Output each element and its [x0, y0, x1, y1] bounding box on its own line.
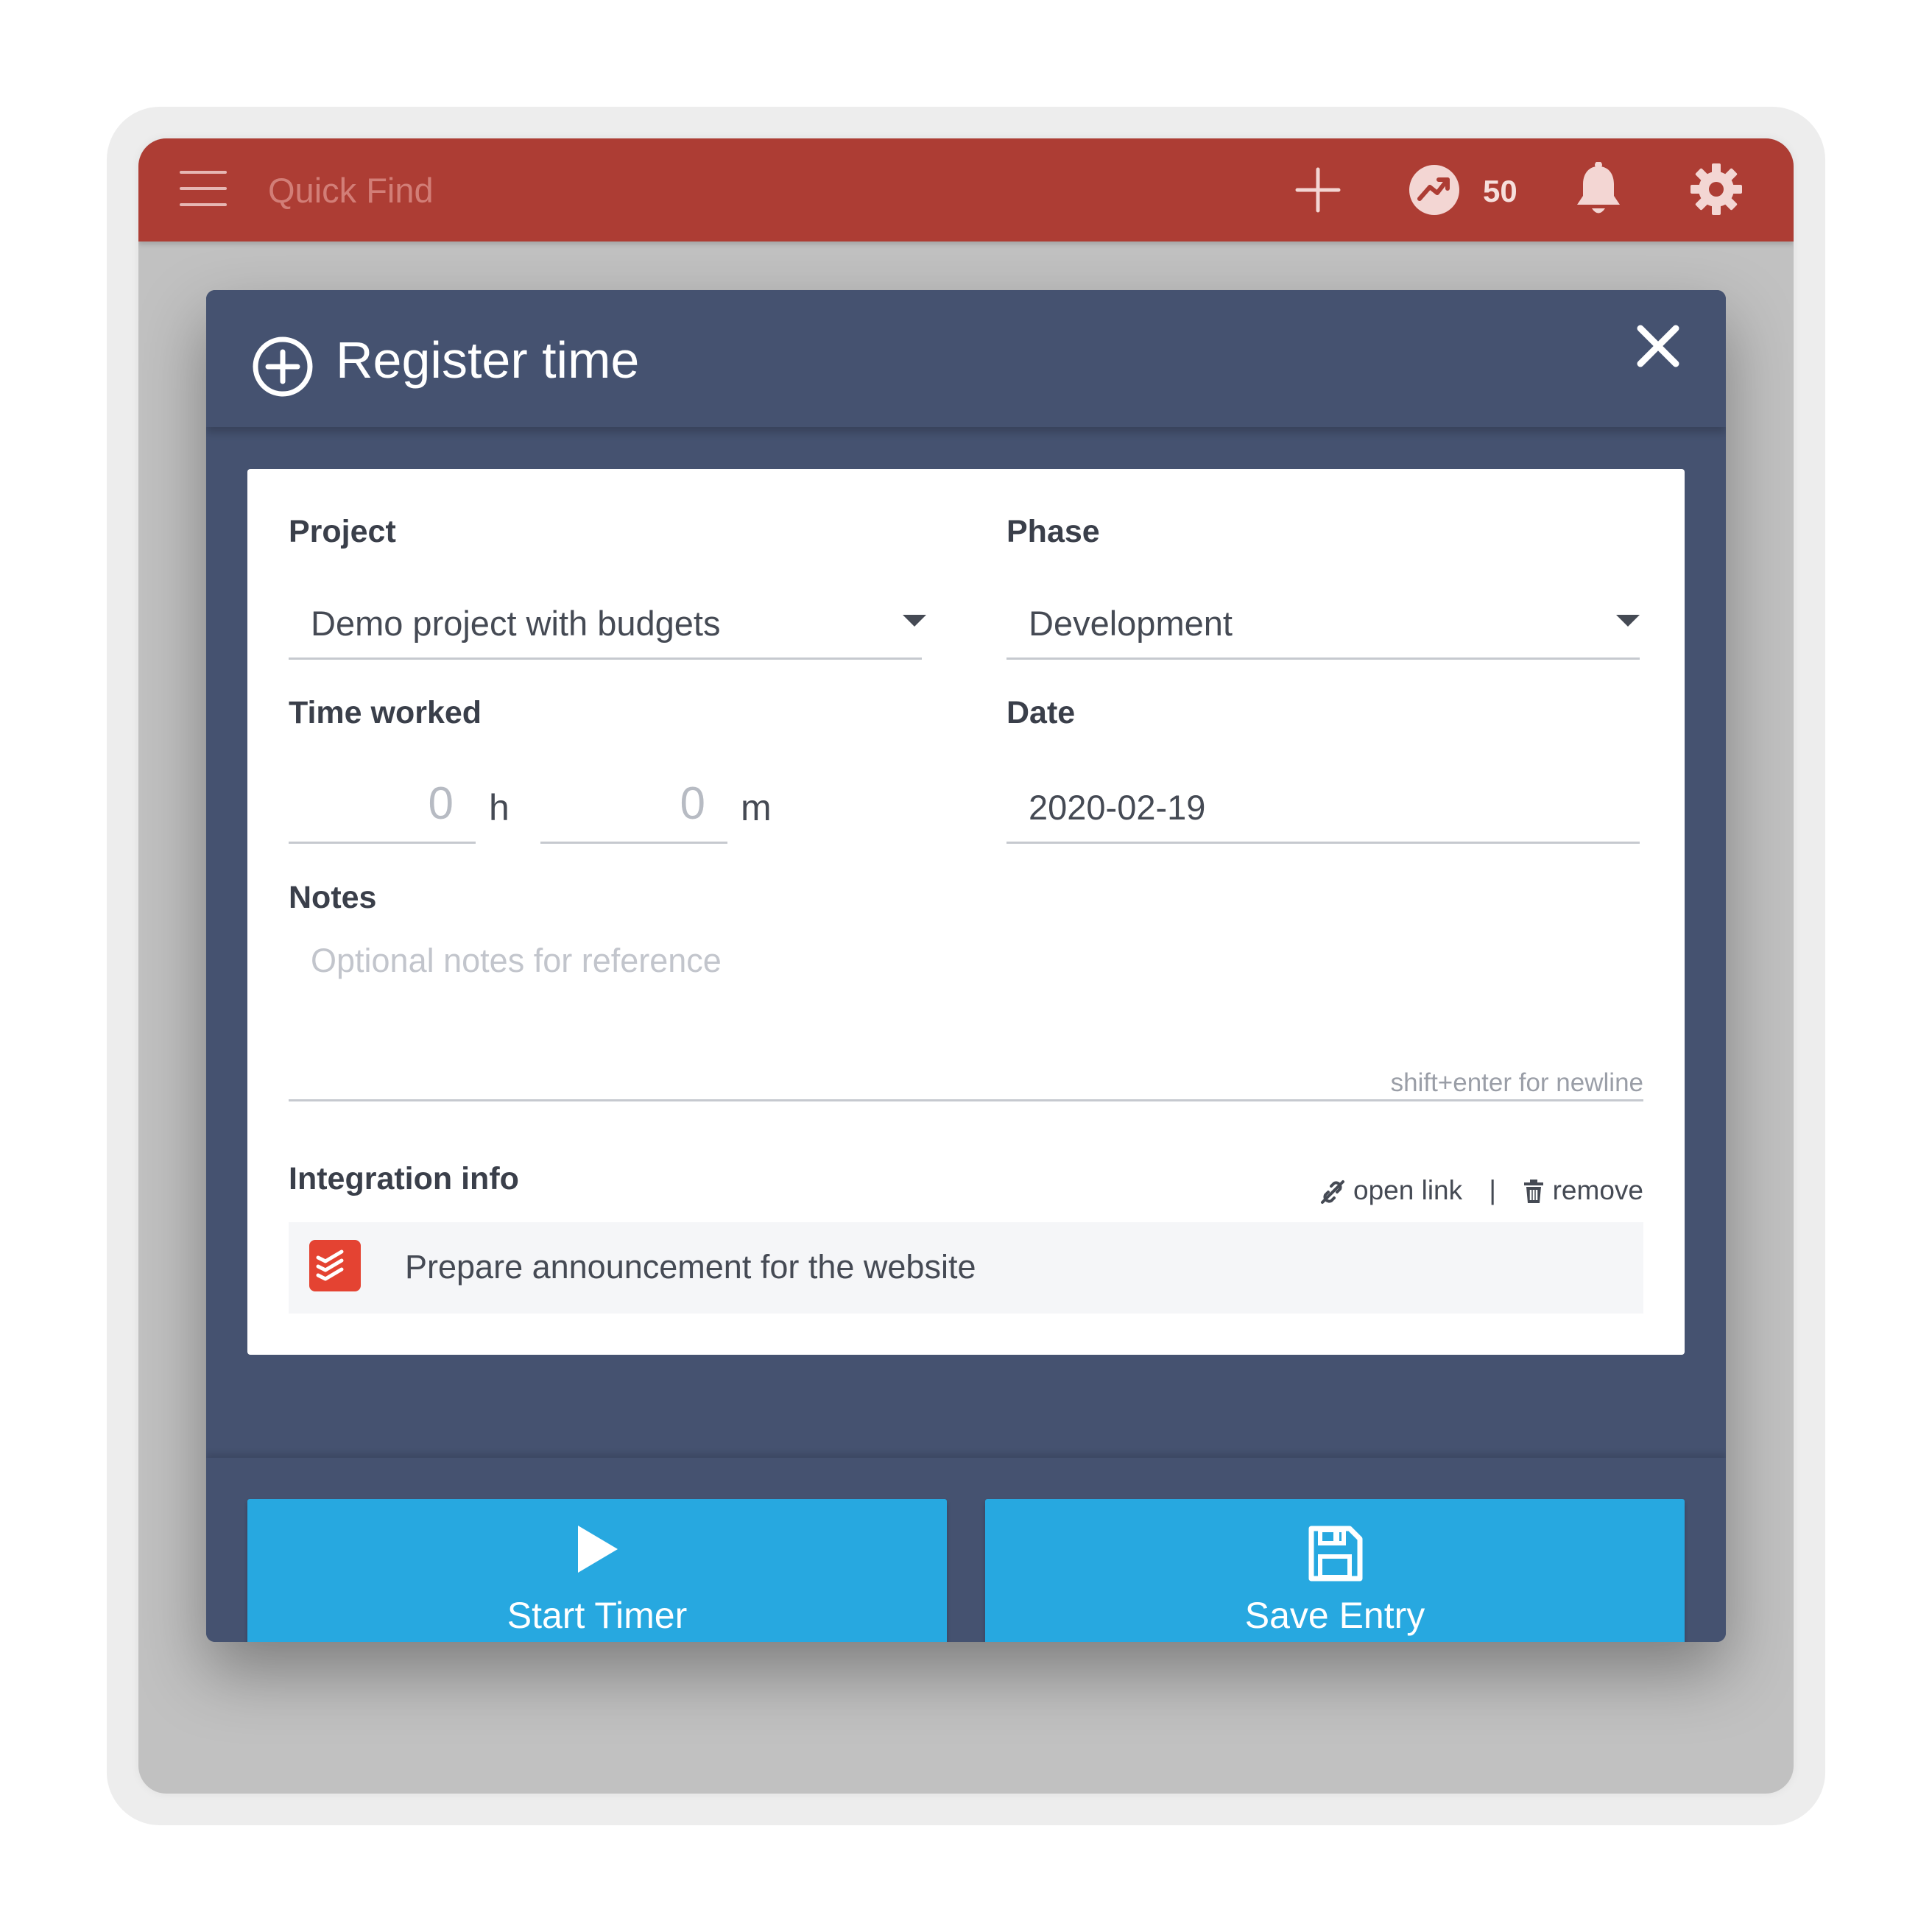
minutes-unit: m: [741, 787, 772, 828]
dialog-header: Register time: [206, 290, 1726, 427]
time-worked-label: Time worked: [289, 695, 482, 730]
open-link-text: open link: [1353, 1175, 1463, 1205]
minutes-input[interactable]: 0: [540, 749, 727, 844]
plus-icon[interactable]: [1294, 166, 1342, 214]
app-window: 50: [138, 138, 1794, 1794]
project-label: Project: [289, 514, 396, 549]
hours-unit: h: [489, 787, 510, 828]
chevron-down-icon: [903, 615, 926, 627]
menu-icon[interactable]: [180, 168, 227, 211]
quick-find-input[interactable]: [268, 165, 931, 216]
minutes-value: 0: [680, 778, 705, 829]
integration-item[interactable]: Prepare announcement for the website: [289, 1222, 1643, 1314]
bell-icon[interactable]: [1574, 162, 1623, 218]
gear-icon[interactable]: [1689, 162, 1744, 216]
save-entry-label: Save Entry: [1244, 1595, 1425, 1636]
link-icon: [1320, 1180, 1344, 1204]
todoist-logo-icon: [309, 1240, 361, 1291]
date-value: 2020-02-19: [1029, 788, 1206, 827]
notes-hint: shift+enter for newline: [1390, 1068, 1643, 1097]
integration-item-text: Prepare announcement for the website: [405, 1248, 976, 1286]
project-select[interactable]: Demo project with budgets: [289, 565, 926, 660]
play-icon: [578, 1526, 618, 1573]
phase-label: Phase: [1006, 514, 1100, 549]
top-bar: 50: [138, 138, 1794, 242]
integration-info-label: Integration info: [289, 1161, 519, 1196]
project-value: Demo project with budgets: [311, 604, 721, 643]
plus-circle-icon: [253, 336, 313, 397]
open-link-button[interactable]: open link: [1319, 1175, 1470, 1205]
start-timer-button[interactable]: Start Timer: [247, 1499, 947, 1642]
date-input[interactable]: 2020-02-19: [1006, 749, 1640, 844]
hours-input[interactable]: 0: [289, 749, 476, 844]
trash-icon: [1524, 1180, 1544, 1203]
start-timer-label: Start Timer: [507, 1595, 688, 1636]
notes-placeholder: Optional notes for reference: [311, 942, 722, 979]
notes-textarea[interactable]: Optional notes for reference shift+enter…: [289, 926, 1643, 1101]
notes-label: Notes: [289, 880, 377, 915]
form-card: Project Demo project with budgets Phase …: [247, 469, 1685, 1355]
save-entry-button[interactable]: Save Entry: [985, 1499, 1685, 1642]
chevron-down-icon: [1616, 615, 1640, 627]
hours-value: 0: [428, 778, 454, 829]
dialog-title: Register time: [336, 331, 640, 389]
remove-button[interactable]: remove: [1523, 1175, 1643, 1205]
dialog-footer: Start Timer Save Entry: [206, 1458, 1726, 1642]
register-time-dialog: Register time Project Demo project with …: [206, 290, 1726, 1642]
trend-icon[interactable]: [1408, 163, 1461, 216]
phase-select[interactable]: Development: [1006, 565, 1640, 660]
action-separator: |: [1489, 1175, 1497, 1205]
phase-value: Development: [1029, 604, 1233, 643]
date-label: Date: [1006, 695, 1076, 730]
remove-text: remove: [1552, 1175, 1643, 1205]
points-count: 50: [1483, 174, 1517, 208]
integration-actions: open link | remove: [1319, 1173, 1643, 1208]
close-icon[interactable]: [1636, 324, 1680, 368]
floppy-disk-icon: [1308, 1526, 1363, 1582]
